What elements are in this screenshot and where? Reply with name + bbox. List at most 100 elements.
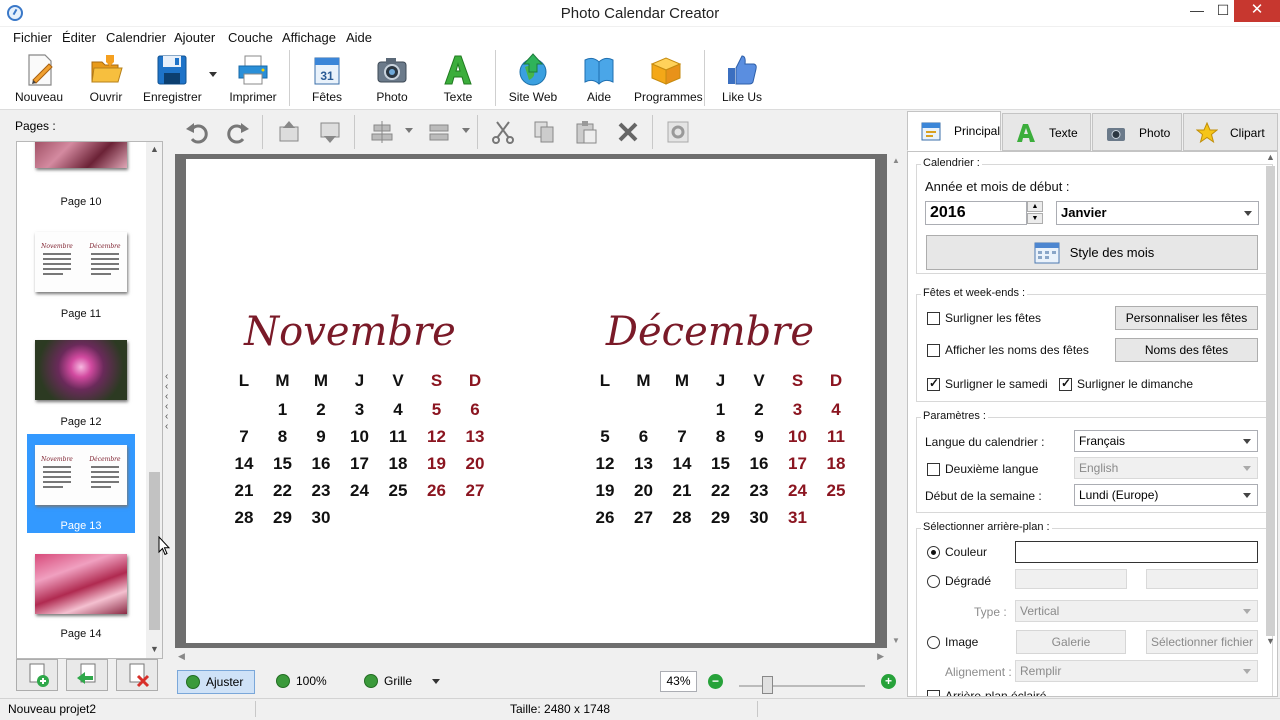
help-button[interactable]: Aide bbox=[580, 52, 618, 108]
scrollbar-thumb[interactable] bbox=[1266, 166, 1275, 636]
month-style-button[interactable]: Style des mois bbox=[926, 235, 1258, 270]
month-title-december[interactable]: Décembre bbox=[580, 309, 840, 355]
grid-dropdown-arrow-icon[interactable] bbox=[432, 679, 440, 684]
website-button[interactable]: Site Web bbox=[508, 52, 558, 108]
properties-gear-icon[interactable] bbox=[665, 119, 691, 145]
page-thumbnail-selected[interactable]: Novembre Décembre Page 13 bbox=[27, 434, 135, 533]
background-color-radio[interactable] bbox=[927, 546, 940, 559]
page-thumbnail[interactable]: Page 12 bbox=[27, 338, 135, 437]
second-language-checkbox[interactable] bbox=[927, 463, 940, 476]
open-button[interactable]: Ouvrir bbox=[84, 52, 128, 108]
delete-page-button[interactable] bbox=[116, 659, 158, 691]
select-file-button[interactable]: Sélectionner fichier bbox=[1146, 630, 1258, 654]
tab-principal[interactable]: Principal bbox=[907, 111, 1001, 151]
scroll-down-icon[interactable]: ▼ bbox=[1266, 636, 1275, 646]
light-background-checkbox[interactable] bbox=[927, 690, 940, 696]
photo-button[interactable]: Photo bbox=[370, 52, 414, 108]
bring-forward-icon[interactable] bbox=[276, 119, 302, 145]
highlight-saturday-checkbox[interactable] bbox=[927, 376, 940, 391]
show-holiday-names-checkbox[interactable] bbox=[927, 344, 940, 357]
import-page-button[interactable] bbox=[66, 659, 108, 691]
highlight-sunday-checkbox[interactable] bbox=[1059, 376, 1072, 391]
week-start-select[interactable]: Lundi (Europe) bbox=[1074, 484, 1258, 506]
page-thumbnail-list[interactable]: Page 10 Novembre Décembre Page 11 Page 1… bbox=[16, 141, 163, 659]
start-month-select[interactable]: Janvier bbox=[1056, 201, 1259, 225]
save-dropdown-arrow-icon[interactable] bbox=[209, 72, 217, 77]
gallery-button[interactable]: Galerie bbox=[1016, 630, 1126, 654]
alignment-select[interactable]: Remplir bbox=[1015, 660, 1258, 682]
menu-help[interactable]: Aide bbox=[346, 30, 372, 45]
zoom-value[interactable]: 43% bbox=[660, 671, 697, 692]
align-dropdown-arrow-icon[interactable] bbox=[405, 128, 413, 133]
zoom-in-button[interactable]: + bbox=[881, 674, 896, 689]
close-button[interactable]: ✕ bbox=[1234, 0, 1280, 22]
calendar-page[interactable]: Novembre Décembre L M M J V S D 1 2 3 4 5 6 7 8 9 10 11 12… bbox=[186, 159, 875, 643]
menu-view[interactable]: Affichage bbox=[282, 30, 336, 45]
tab-clipart[interactable]: Clipart bbox=[1183, 113, 1278, 151]
stepper-down-icon[interactable]: ▼ bbox=[1027, 213, 1043, 224]
calendar-language-select[interactable]: Français bbox=[1074, 430, 1258, 452]
scroll-up-icon[interactable]: ▲ bbox=[150, 144, 159, 154]
holiday-names-button[interactable]: Noms des fêtes bbox=[1115, 338, 1258, 362]
tab-photo[interactable]: Photo bbox=[1092, 113, 1182, 151]
stepper-up-icon[interactable]: ▲ bbox=[1027, 201, 1043, 212]
zoom-slider-track[interactable] bbox=[739, 685, 865, 687]
distribute-icon[interactable] bbox=[426, 119, 452, 145]
gradient-type-select[interactable]: Vertical bbox=[1015, 600, 1258, 622]
scroll-left-icon[interactable]: ◀ bbox=[178, 651, 185, 662]
cut-icon[interactable] bbox=[490, 119, 516, 145]
programs-button[interactable]: Programmes bbox=[634, 52, 703, 108]
undo-icon[interactable] bbox=[184, 119, 210, 145]
align-center-icon[interactable] bbox=[369, 119, 395, 145]
properties-scrollbar[interactable]: ▲ ▼ bbox=[1264, 152, 1277, 696]
holidays-button[interactable]: 31 Fêtes bbox=[305, 52, 349, 108]
text-button[interactable]: Texte bbox=[436, 52, 480, 108]
scroll-down-icon[interactable]: ▼ bbox=[892, 636, 900, 645]
gradient-color-start[interactable] bbox=[1015, 569, 1127, 589]
background-color-swatch[interactable] bbox=[1015, 541, 1258, 563]
pages-scrollbar[interactable]: ▲ ▼ bbox=[146, 142, 162, 658]
highlight-holidays-checkbox[interactable] bbox=[927, 312, 940, 325]
new-button[interactable]: Nouveau bbox=[14, 52, 64, 108]
page-thumbnail[interactable]: Page 10 bbox=[27, 142, 135, 225]
like-us-button[interactable]: Like Us bbox=[720, 52, 764, 108]
redo-icon[interactable] bbox=[225, 119, 251, 145]
add-page-button[interactable] bbox=[16, 659, 58, 691]
distribute-dropdown-arrow-icon[interactable] bbox=[462, 128, 470, 133]
tab-text[interactable]: Texte bbox=[1002, 113, 1091, 151]
page-thumbnail[interactable]: Page 14 bbox=[27, 554, 135, 653]
delete-icon[interactable] bbox=[615, 119, 641, 145]
zoom-slider-knob[interactable] bbox=[761, 676, 773, 694]
grid-button[interactable]: Grille bbox=[356, 670, 416, 694]
fit-button[interactable]: Ajuster bbox=[177, 670, 255, 694]
menu-file[interactable]: Fichier bbox=[13, 30, 52, 45]
year-input[interactable]: 2016 bbox=[925, 201, 1027, 225]
panel-collapse-grip-icon[interactable]: ‹ ‹ ‹ ‹ ‹ ‹ bbox=[165, 372, 173, 432]
print-button[interactable]: Imprimer bbox=[229, 52, 277, 108]
scroll-up-icon[interactable]: ▲ bbox=[892, 156, 900, 165]
menu-add[interactable]: Ajouter bbox=[174, 30, 215, 45]
scroll-up-icon[interactable]: ▲ bbox=[1266, 152, 1275, 162]
canvas-horizontal-scrollbar[interactable]: ◀ ▶ bbox=[175, 650, 887, 665]
customize-holidays-button[interactable]: Personnaliser les fêtes bbox=[1115, 306, 1258, 330]
canvas-area[interactable]: Novembre Décembre L M M J V S D 1 2 3 4 5 6 7 8 9 10 11 12… bbox=[175, 154, 887, 648]
menu-edit[interactable]: Éditer bbox=[62, 30, 96, 45]
menu-calendar[interactable]: Calendrier bbox=[106, 30, 166, 45]
background-gradient-radio[interactable] bbox=[927, 575, 940, 588]
scroll-down-icon[interactable]: ▼ bbox=[150, 644, 159, 654]
background-image-radio[interactable] bbox=[927, 636, 940, 649]
gradient-color-end[interactable] bbox=[1146, 569, 1258, 589]
month-title-november[interactable]: Novembre bbox=[220, 309, 480, 355]
save-button[interactable]: Enregistrer bbox=[143, 52, 202, 108]
zoom-out-button[interactable]: − bbox=[708, 674, 723, 689]
send-backward-icon[interactable] bbox=[317, 119, 343, 145]
menu-layer[interactable]: Couche bbox=[228, 30, 273, 45]
actual-size-button[interactable]: 100% bbox=[268, 670, 338, 694]
year-stepper[interactable]: ▲ ▼ bbox=[1027, 201, 1043, 225]
copy-icon[interactable] bbox=[531, 119, 557, 145]
paste-icon[interactable] bbox=[573, 119, 599, 145]
scroll-right-icon[interactable]: ▶ bbox=[877, 651, 884, 662]
page-thumbnail[interactable]: Novembre Décembre Page 11 bbox=[27, 230, 135, 329]
canvas-vertical-scrollbar[interactable]: ▲ ▼ bbox=[888, 154, 904, 648]
second-language-select[interactable]: English bbox=[1074, 457, 1258, 479]
